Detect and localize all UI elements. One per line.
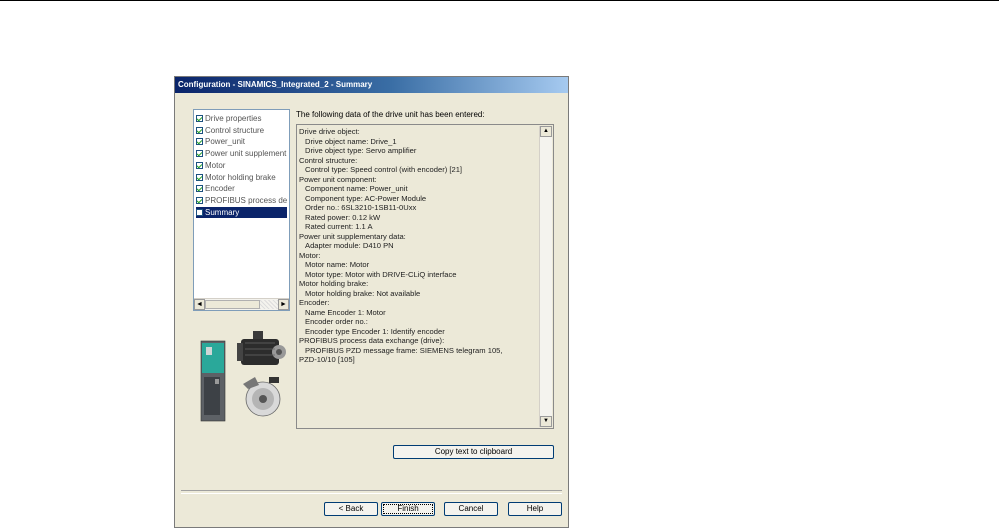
tree-item-label: Motor holding brake (205, 172, 276, 182)
dialog-title: Configuration - SINAMICS_Integrated_2 - … (175, 77, 568, 93)
tree-item-label: Control structure (205, 125, 265, 135)
summary-line: Control type: Speed control (with encode… (305, 165, 463, 174)
summary-line: PROFIBUS PZD message frame: SIEMENS tele… (305, 345, 503, 355)
tree-item-power-unit[interactable]: Power_unit (196, 136, 245, 147)
summary-text-area[interactable]: Drive drive object: Drive object name: Dr… (296, 124, 554, 429)
configuration-dialog: Configuration - SINAMICS_Integrated_2 - … (174, 76, 569, 528)
tree-horizontal-scrollbar[interactable]: ◄ ► (194, 298, 289, 310)
summary-vertical-scrollbar[interactable]: ▲ ▼ (539, 126, 552, 427)
tree-item-profibus-process-de[interactable]: PROFIBUS process de (196, 195, 287, 206)
tree-item-motor[interactable]: Motor (196, 160, 225, 171)
encoder-image (243, 377, 281, 417)
summary-line: Motor holding brake: (299, 279, 369, 288)
checked-checkbox-icon (196, 161, 203, 169)
summary-line: Power unit component: (299, 174, 377, 184)
summary-line: Drive drive object: (299, 127, 360, 136)
scroll-thumb[interactable] (205, 300, 260, 309)
summary-line: PROFIBUS process data exchange (drive): (299, 336, 445, 345)
wizard-step-tree[interactable]: Drive properties Control structure Power_u… (193, 109, 290, 311)
checked-checkbox-icon (196, 196, 203, 204)
unchecked-checkbox-icon (196, 208, 203, 216)
summary-line: Motor: (299, 250, 321, 260)
tree-item-power-unit-supplement[interactable]: Power unit supplement (196, 148, 286, 159)
copy-to-clipboard-button[interactable]: Copy text to clipboard (393, 445, 554, 459)
scroll-track[interactable] (260, 300, 278, 309)
tree-item-label: Encoder (205, 184, 235, 194)
checked-checkbox-icon (196, 126, 203, 134)
page-top-rule (0, 0, 999, 1)
scroll-down-arrow-icon[interactable]: ▼ (540, 416, 552, 427)
tree-item-label: Power unit supplement (205, 149, 287, 159)
summary-line: Drive object type: Servo amplifier (305, 146, 417, 155)
drive-hardware-illustration (193, 329, 293, 429)
summary-line: Motor type: Motor with DRIVE-CLiQ interf… (305, 269, 457, 279)
tree-item-label: Drive properties (205, 114, 262, 123)
summary-line: Power unit supplementary data: (299, 231, 406, 241)
motor-image (237, 331, 286, 365)
summary-line: Component name: Power_unit (305, 184, 408, 193)
summary-line: Control structure: (299, 155, 358, 165)
tree-item-label: PROFIBUS process de (205, 195, 288, 205)
summary-line: Name Encoder 1: Motor (305, 307, 386, 317)
tree-item-summary[interactable]: Summary (196, 206, 287, 218)
checked-checkbox-icon (196, 173, 203, 181)
scroll-left-arrow-icon[interactable]: ◄ (194, 299, 205, 310)
summary-line: Motor name: Motor (305, 260, 370, 269)
summary-line: Rated power: 0.12 kW (305, 212, 381, 222)
summary-intro-text: The following data of the drive unit has… (296, 110, 485, 119)
tree-item-label: Motor (205, 160, 226, 170)
tree-item-label: Power_unit (205, 137, 246, 147)
summary-line: Motor holding brake: Not available (305, 288, 421, 298)
tree-item-motor-holding-brake[interactable]: Motor holding brake (196, 172, 276, 183)
summary-line: Encoder order no.: (305, 317, 368, 326)
cancel-button[interactable]: Cancel (444, 502, 498, 516)
drive-module-image (200, 340, 226, 422)
back-button[interactable]: < Back (324, 502, 378, 516)
summary-line: Order no.: 6SL3210-1SB11-0Uxx (305, 203, 417, 212)
scroll-up-arrow-icon[interactable]: ▲ (540, 126, 552, 137)
checked-checkbox-icon (196, 115, 203, 122)
checked-checkbox-icon (196, 138, 203, 146)
summary-line: PZD-10/10 [105] (299, 355, 355, 364)
summary-line: Drive object name: Drive_1 (305, 136, 397, 146)
checked-checkbox-icon (196, 185, 203, 193)
checked-checkbox-icon (196, 150, 203, 158)
scroll-right-arrow-icon[interactable]: ► (278, 299, 289, 310)
summary-line: Adapter module: D410 PN (305, 241, 394, 250)
summary-line: Component type: AC-Power Module (305, 193, 427, 203)
button-separator (181, 490, 562, 494)
tree-item-control-structure[interactable]: Control structure (196, 125, 264, 136)
summary-line: Encoder type Encoder 1: Identify encoder (305, 326, 445, 336)
tree-item-drive-properties[interactable]: Drive properties (196, 113, 261, 124)
tree-item-label: Summary (205, 207, 240, 217)
tree-item-encoder[interactable]: Encoder (196, 183, 235, 194)
finish-button[interactable]: Finish (381, 502, 435, 516)
summary-line: Rated current: 1.1 A (305, 222, 373, 231)
help-button[interactable]: Help (508, 502, 562, 516)
summary-line: Encoder: (299, 298, 330, 307)
